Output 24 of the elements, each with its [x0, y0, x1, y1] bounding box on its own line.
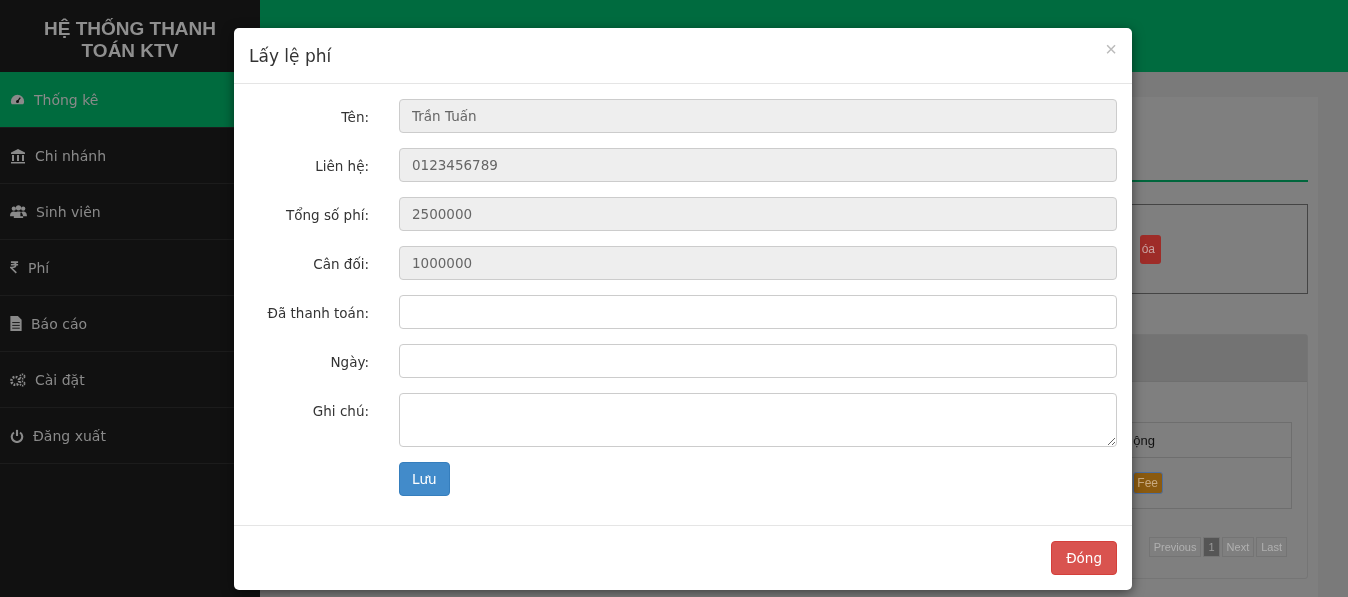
field-label: Đã thanh toán: — [266, 304, 369, 321]
input-field[interactable] — [399, 295, 1117, 329]
modal-title: Lấy lệ phí — [249, 45, 332, 66]
page-link[interactable]: 1 — [1203, 537, 1220, 557]
users-icon — [10, 204, 27, 219]
document-icon — [10, 316, 22, 331]
text-area[interactable] — [399, 393, 1117, 447]
field-label: Ghi chú: — [311, 402, 369, 419]
close-button[interactable]: Đóng — [1051, 541, 1117, 575]
bank-icon — [10, 147, 26, 164]
input-field[interactable] — [399, 344, 1117, 378]
field-label: Ngày: — [329, 353, 369, 370]
dashboard-icon — [10, 92, 25, 107]
field-label: Liên hệ: — [314, 157, 369, 174]
field-label: Tổng số phí: — [285, 206, 369, 223]
app-title: HỆ THỐNG THANH TOÁN KTV — [42, 17, 218, 63]
power-icon — [10, 428, 24, 443]
save-button[interactable]: Lưu — [399, 462, 450, 496]
fee-button[interactable]: Fee — [1133, 472, 1163, 494]
rupee-icon — [10, 261, 19, 274]
field-label: Tên: — [340, 108, 369, 125]
field-label: Cân đối: — [312, 255, 369, 272]
table-header: ộng — [1133, 432, 1155, 448]
delete-button[interactable]: óa — [1139, 234, 1161, 264]
